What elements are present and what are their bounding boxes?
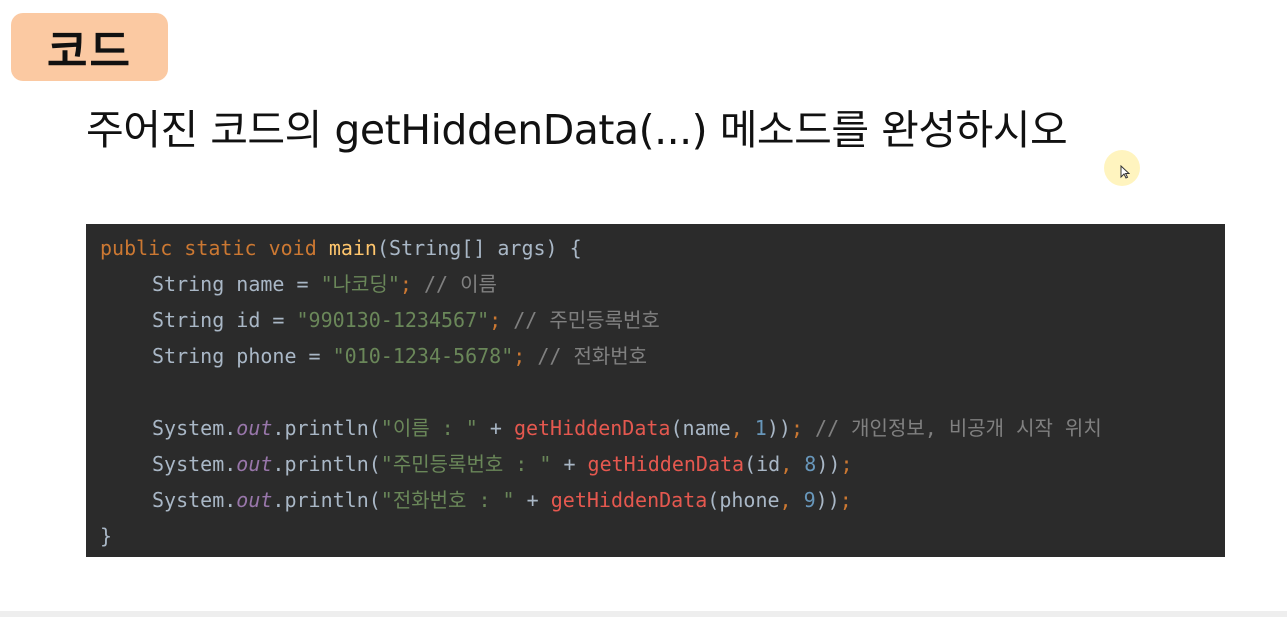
println-call: .println( <box>272 416 381 440</box>
phone-string: "010-1234-5678" <box>332 344 514 368</box>
name-label-string: "이름 : " <box>380 416 478 440</box>
close-parens: )) <box>815 488 840 512</box>
section-badge-label: 코드 <box>47 26 132 77</box>
code-line-9: } <box>100 518 1225 554</box>
id-label-string: "주민등록번호 : " <box>380 452 552 476</box>
phone-label-string: "전화번호 : " <box>380 488 515 512</box>
code-block: public static void main(String[] args) {… <box>86 224 1225 557</box>
slide-heading: 주어진 코드의 getHiddenData(...) 메소드를 완성하시오 <box>86 106 1068 154</box>
number-arg: 9 <box>803 488 816 512</box>
out-field: out <box>236 452 273 476</box>
call-args: (name <box>670 416 731 440</box>
code-line-2: String name = "나코딩"; // 이름 <box>100 266 1225 302</box>
keyword-static: static <box>184 236 257 260</box>
phone-declaration: String phone = <box>152 344 333 368</box>
out-field: out <box>236 416 273 440</box>
bottom-edge-bar <box>0 611 1287 617</box>
system-ref: System. <box>152 416 237 440</box>
plus-operator: + <box>477 416 514 440</box>
close-parens: )) <box>766 416 791 440</box>
privacy-comment: // 개인정보, 비공개 시작 위치 <box>815 416 1102 440</box>
number-arg: 8 <box>804 452 817 476</box>
println-call: .println( <box>272 452 381 476</box>
mouse-pointer-icon <box>1120 165 1130 179</box>
keyword-void: void <box>268 236 317 260</box>
comma: , <box>779 488 792 512</box>
code-line-4: String phone = "010-1234-5678"; // 전화번호 <box>100 338 1225 374</box>
close-parens: )) <box>816 452 841 476</box>
println-call: .println( <box>272 488 381 512</box>
code-line-5-blank <box>100 374 1225 410</box>
code-line-7: System.out.println("주민등록번호 : " + getHidd… <box>100 446 1225 482</box>
comma: , <box>780 452 793 476</box>
code-line-1: public static void main(String[] args) { <box>100 230 1225 266</box>
gethiddendata-call: getHiddenData <box>513 416 671 440</box>
phone-comment: // 전화번호 <box>537 344 648 368</box>
name-declaration: String name = <box>152 272 321 296</box>
semicolon: ; <box>399 272 412 296</box>
plus-operator: + <box>551 452 588 476</box>
semicolon: ; <box>839 488 852 512</box>
code-line-3: String id = "990130-1234567"; // 주민등록번호 <box>100 302 1225 338</box>
main-params: (String[] args) { <box>376 236 582 260</box>
plus-operator: + <box>514 488 551 512</box>
section-badge: 코드 <box>11 13 168 81</box>
gethiddendata-call: getHiddenData <box>550 488 708 512</box>
number-arg: 1 <box>754 416 767 440</box>
call-args: (id <box>744 452 781 476</box>
id-string: "990130-1234567" <box>296 308 490 332</box>
slide: 코드 주어진 코드의 getHiddenData(...) 메소드를 완성하시오… <box>0 0 1287 617</box>
semicolon: ; <box>513 344 526 368</box>
name-string: "나코딩" <box>320 272 400 296</box>
code-line-6: System.out.println("이름 : " + getHiddenDa… <box>100 410 1225 446</box>
system-ref: System. <box>152 452 237 476</box>
semicolon: ; <box>489 308 502 332</box>
comma: , <box>730 416 743 440</box>
method-main: main <box>328 236 377 260</box>
semicolon: ; <box>840 452 853 476</box>
name-comment: // 이름 <box>423 272 497 296</box>
out-field: out <box>236 488 273 512</box>
closing-brace: } <box>100 524 113 548</box>
keyword-public: public <box>100 236 173 260</box>
id-declaration: String id = <box>152 308 297 332</box>
system-ref: System. <box>152 488 237 512</box>
code-line-8: System.out.println("전화번호 : " + getHidden… <box>100 482 1225 518</box>
call-args: (phone <box>707 488 780 512</box>
gethiddendata-call: getHiddenData <box>587 452 745 476</box>
semicolon: ; <box>790 416 803 440</box>
id-comment: // 주민등록번호 <box>513 308 660 332</box>
